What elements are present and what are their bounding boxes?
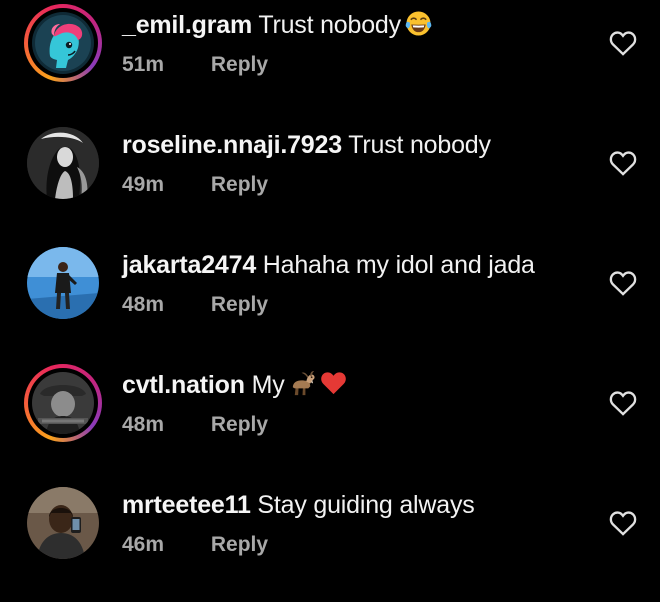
comment-username[interactable]: cvtl.nation (122, 371, 245, 399)
avatar[interactable] (24, 244, 102, 322)
comment-line: mrteetee11 Stay guiding always (122, 490, 475, 520)
comment-item: mrteetee11 Stay guiding always 46m Reply (0, 482, 660, 602)
face-with-tears-of-joy-emoji (405, 10, 432, 37)
comment-text: Trust nobody (348, 131, 491, 159)
avatar-image (32, 12, 94, 74)
avatar-image (27, 127, 99, 199)
comment-username[interactable]: mrteetee11 (122, 491, 251, 519)
reply-button[interactable]: Reply (211, 292, 268, 318)
comment-line: roseline.nnaji.7923 Trust nobody (122, 130, 491, 160)
reply-button[interactable]: Reply (211, 532, 268, 558)
avatar[interactable] (24, 484, 102, 562)
comment-meta: 48m Reply (122, 412, 268, 438)
comment-timestamp: 48m (122, 293, 165, 316)
comment-username[interactable]: roseline.nnaji.7923 (122, 131, 342, 159)
comment-meta: 51m Reply (122, 52, 268, 78)
comment-timestamp: 46m (122, 533, 165, 556)
comment-text: Trust nobody (258, 11, 401, 39)
reply-button[interactable]: Reply (211, 412, 268, 438)
comment-meta: 48m Reply (122, 292, 268, 318)
comment-timestamp: 49m (122, 173, 165, 196)
comment-item: _emil.gram Trust nobody 51m Reply (0, 2, 660, 122)
comment-text: Hahaha my idol and jada (262, 251, 535, 279)
comment-item: cvtl.nation My 48m Reply (0, 362, 660, 482)
comment-line: jakarta2474 Hahaha my idol and jada (122, 250, 535, 280)
heart-outline-icon[interactable] (609, 390, 637, 416)
comment-username[interactable]: jakarta2474 (122, 251, 256, 279)
comment-timestamp: 48m (122, 413, 165, 436)
avatar[interactable] (24, 4, 102, 82)
heart-outline-icon[interactable] (609, 270, 637, 296)
comment-line: _emil.gram Trust nobody (122, 10, 432, 40)
goat-emoji (289, 370, 316, 397)
avatar-image (27, 247, 99, 319)
avatar[interactable] (24, 364, 102, 442)
heart-outline-icon[interactable] (609, 510, 637, 536)
comment-text: Stay guiding always (257, 491, 475, 519)
heart-outline-icon[interactable] (609, 150, 637, 176)
comment-line: cvtl.nation My (122, 370, 347, 400)
avatar[interactable] (24, 124, 102, 202)
heart-outline-icon[interactable] (609, 30, 637, 56)
comment-timestamp: 51m (122, 53, 165, 76)
comment-username[interactable]: _emil.gram (122, 11, 252, 39)
comment-meta: 46m Reply (122, 532, 268, 558)
comment-text: My (251, 371, 285, 399)
reply-button[interactable]: Reply (211, 52, 268, 78)
comment-meta: 49m Reply (122, 172, 268, 198)
red-heart-emoji (320, 370, 347, 397)
reply-button[interactable]: Reply (211, 172, 268, 198)
comment-item: jakarta2474 Hahaha my idol and jada 48m … (0, 242, 660, 362)
avatar-image (32, 372, 94, 434)
avatar-image (27, 487, 99, 559)
comment-item: roseline.nnaji.7923 Trust nobody 49m Rep… (0, 122, 660, 242)
